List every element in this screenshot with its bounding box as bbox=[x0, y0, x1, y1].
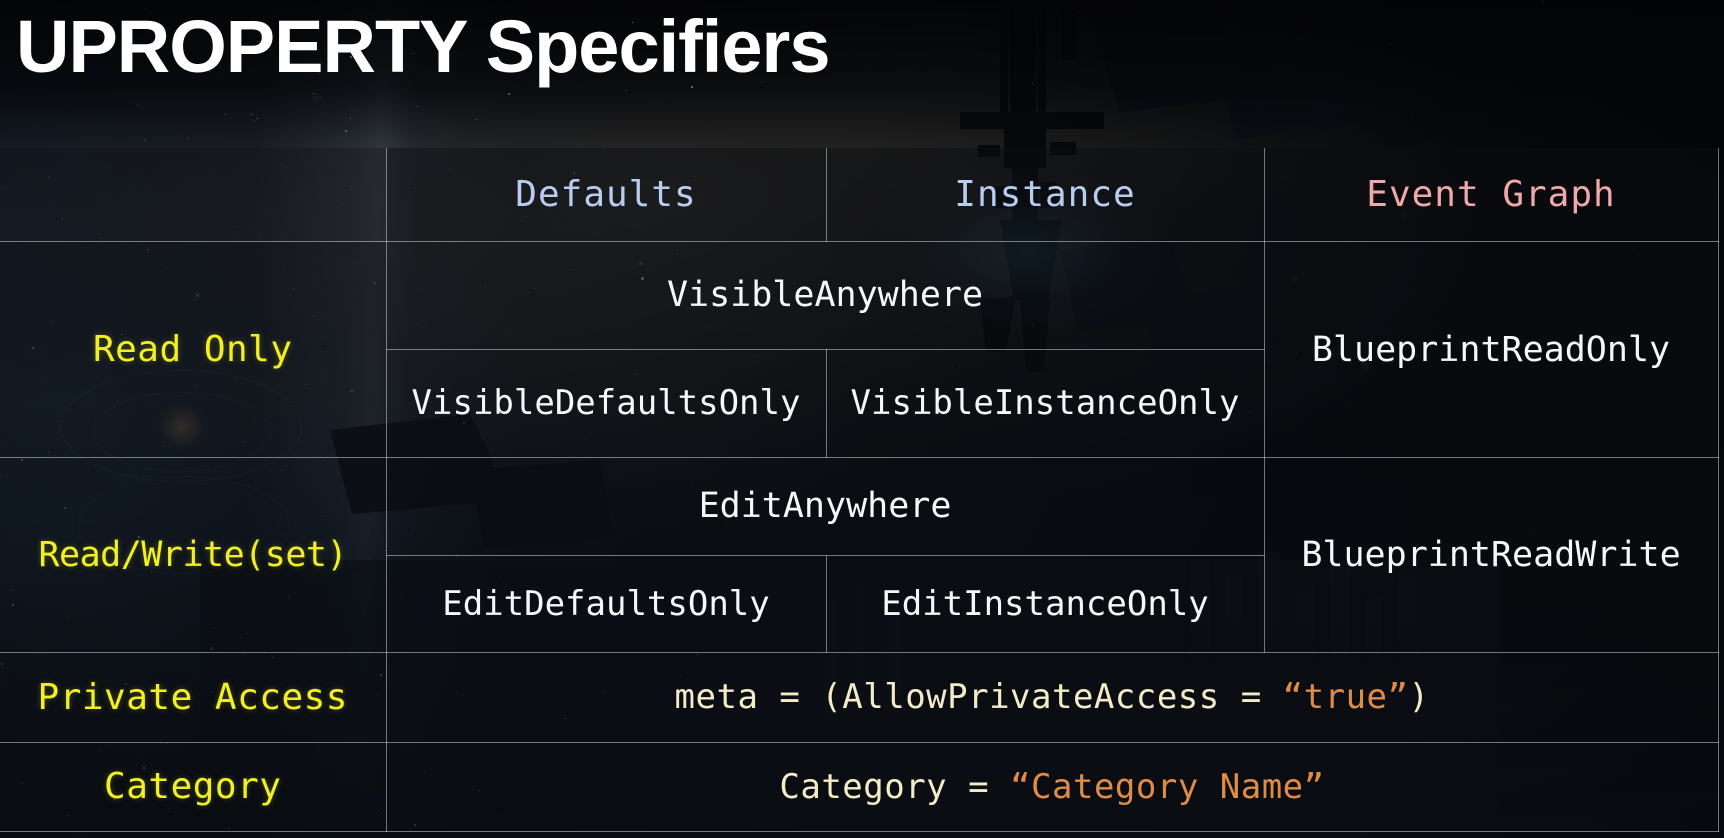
cell-edit-instance-only: EditInstanceOnly bbox=[825, 555, 1265, 654]
table-row-private-access: Private Access meta = (AllowPrivateAcces… bbox=[0, 652, 1719, 743]
table-corner-cell bbox=[0, 148, 387, 243]
slide-stage: ⎈ ⎈ ⎈ ⎈ ⎈ ⎈ ⎈ UPROPERTY Specifiers Defaults In… bbox=[0, 0, 1724, 838]
cell-visible-defaults-only: VisibleDefaultsOnly bbox=[385, 348, 827, 458]
column-header-defaults: Defaults bbox=[385, 148, 827, 243]
spec-blueprint-read-write: BlueprintReadWrite bbox=[1301, 535, 1681, 576]
table-row-read-only-anywhere: Read Only VisibleAnywhere BlueprintReadO… bbox=[0, 241, 1719, 458]
table-row-category: Category Category = “Category Name” bbox=[0, 741, 1719, 833]
spec-edit-anywhere: EditAnywhere bbox=[698, 486, 952, 527]
spec-edit-instance-only: EditInstanceOnly bbox=[881, 584, 1209, 625]
cell-visible-instance-only: VisibleInstanceOnly bbox=[825, 348, 1265, 458]
cell-category-code: Category = “Category Name” bbox=[385, 741, 1719, 833]
spec-edit-defaults-only: EditDefaultsOnly bbox=[442, 584, 770, 625]
row-label-category-text: Category bbox=[104, 766, 282, 808]
column-header-event-graph: Event Graph bbox=[1263, 148, 1719, 243]
row-label-read-write: Read/Write(set) bbox=[0, 456, 387, 654]
spec-visible-instance-only: VisibleInstanceOnly bbox=[850, 383, 1240, 424]
cell-edit-defaults-only: EditDefaultsOnly bbox=[385, 555, 827, 654]
cell-private-access-code: meta = (AllowPrivateAccess = “true”) bbox=[385, 652, 1719, 743]
cell-visible-anywhere: VisibleAnywhere bbox=[385, 241, 1265, 350]
page-title: UPROPERTY Specifiers bbox=[16, 5, 830, 88]
spec-blueprint-read-only: BlueprintReadOnly bbox=[1311, 329, 1671, 370]
table-row-read-write-anywhere: Read/Write(set) EditAnywhere BlueprintRe… bbox=[0, 456, 1719, 654]
row-label-read-write-text: Read/Write(set) bbox=[38, 535, 348, 576]
spec-visible-defaults-only: VisibleDefaultsOnly bbox=[411, 383, 801, 424]
spec-visible-anywhere: VisibleAnywhere bbox=[666, 275, 984, 316]
code-category-prefix: Category = bbox=[779, 766, 1011, 807]
code-private-access-prefix: meta = (AllowPrivateAccess = bbox=[674, 677, 1283, 718]
cell-edit-anywhere: EditAnywhere bbox=[385, 456, 1265, 557]
row-label-private-access-text: Private Access bbox=[37, 676, 348, 718]
row-label-category: Category bbox=[0, 741, 387, 833]
row-label-read-only-text: Read Only bbox=[92, 329, 293, 371]
code-category: Category = “Category Name” bbox=[779, 767, 1324, 807]
cell-blueprint-read-only: BlueprintReadOnly bbox=[1263, 241, 1719, 458]
table-header-row: Defaults Instance Event Graph bbox=[0, 148, 1719, 243]
code-private-access-string: “true” bbox=[1282, 677, 1409, 718]
row-label-private-access: Private Access bbox=[0, 652, 387, 743]
row-label-read-only: Read Only bbox=[0, 241, 387, 458]
uproperty-specifier-table: Defaults Instance Event Graph Read Only … bbox=[0, 148, 1719, 833]
column-header-instance: Instance bbox=[825, 148, 1265, 243]
code-category-string: “Category Name” bbox=[1010, 766, 1325, 807]
cell-blueprint-read-write: BlueprintReadWrite bbox=[1263, 456, 1719, 654]
code-private-access-suffix: ) bbox=[1408, 677, 1430, 718]
code-private-access: meta = (AllowPrivateAccess = “true”) bbox=[675, 677, 1430, 717]
